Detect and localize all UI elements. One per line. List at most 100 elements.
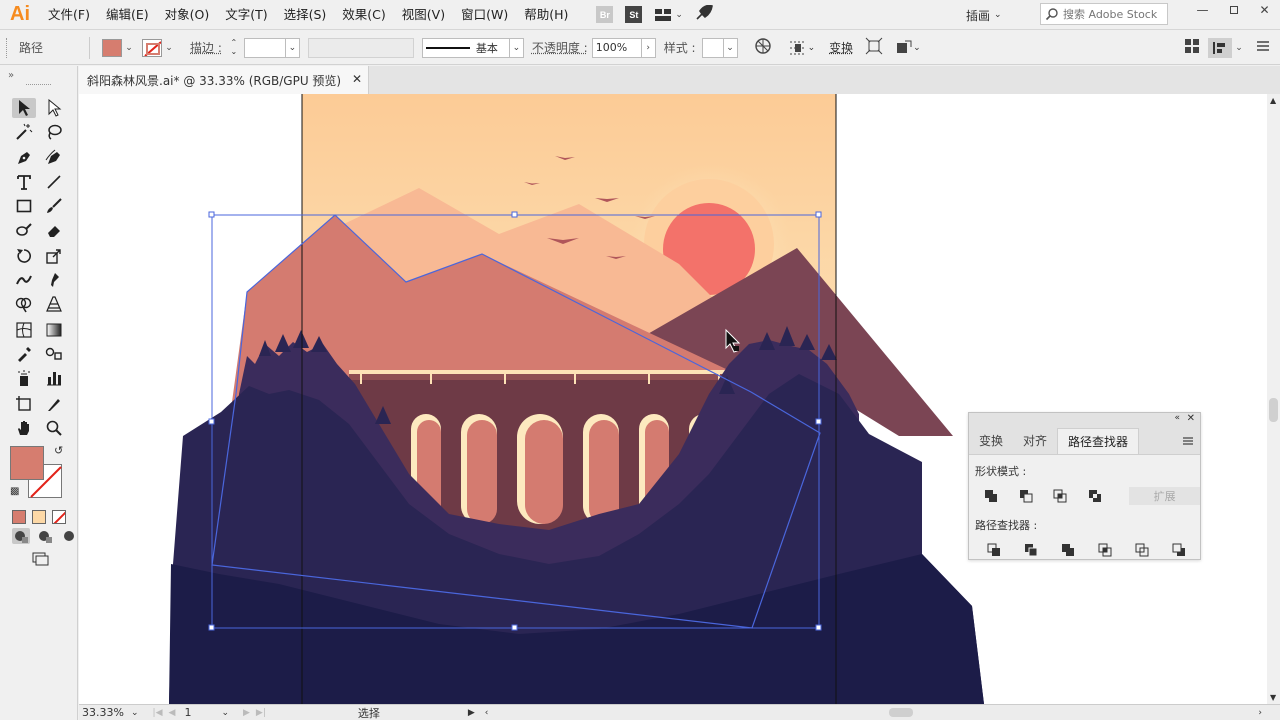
isolate-icon[interactable] xyxy=(865,37,883,58)
selection-tool-icon[interactable] xyxy=(12,98,36,118)
intersect-icon[interactable] xyxy=(1050,487,1071,505)
shape-builder-tool-icon[interactable] xyxy=(12,294,36,314)
tab-transform[interactable]: 变换 xyxy=(969,428,1013,454)
panel-title-bar[interactable]: « ✕ xyxy=(969,413,1200,427)
pen-tool-icon[interactable] xyxy=(12,148,36,168)
tools-grip[interactable] xyxy=(26,84,51,94)
line-segment-tool-icon[interactable] xyxy=(42,172,66,192)
rotate-tool-icon[interactable] xyxy=(12,246,36,266)
artboard-number-field[interactable]: 1 xyxy=(181,706,221,720)
graphic-style-swatch[interactable] xyxy=(701,37,724,58)
panel-menu-chevron-icon[interactable]: ⌄ xyxy=(1232,38,1246,58)
artboard-chevron-icon[interactable]: ⌄ xyxy=(221,708,229,718)
curvature-tool-icon[interactable] xyxy=(42,148,66,168)
fill-dropdown-chevron-icon[interactable]: ⌄ xyxy=(122,38,136,58)
fill-swatch[interactable] xyxy=(102,38,122,57)
paintbrush-tool-icon[interactable] xyxy=(42,196,66,216)
minimize-icon[interactable]: — xyxy=(1187,0,1218,20)
artboard-tool-icon[interactable] xyxy=(12,394,36,414)
divide-icon[interactable] xyxy=(983,541,1005,559)
shaper-tool-icon[interactable] xyxy=(12,220,36,240)
exclude-icon[interactable] xyxy=(1085,487,1106,505)
fill-color-front[interactable] xyxy=(10,446,44,480)
gradient-tool-icon[interactable] xyxy=(42,320,66,340)
opacity-label[interactable]: 不透明度 : xyxy=(532,39,588,56)
arrange-documents-icon[interactable] xyxy=(1184,38,1200,57)
opacity-field[interactable]: 100% xyxy=(591,37,642,58)
vertical-scroll-thumb[interactable] xyxy=(1269,398,1278,422)
expand-button[interactable]: 扩展 xyxy=(1129,487,1201,505)
screen-mode-icon[interactable] xyxy=(28,548,52,568)
menu-file[interactable]: 文件(F) xyxy=(40,0,98,30)
stroke-weight-field[interactable] xyxy=(243,37,286,58)
menu-object[interactable]: 对象(O) xyxy=(157,0,218,30)
scale-tool-icon[interactable] xyxy=(42,246,66,266)
slice-tool-icon[interactable] xyxy=(42,394,66,414)
stroke-dropdown-chevron-icon[interactable]: ⌄ xyxy=(162,38,176,58)
rocket-icon[interactable] xyxy=(695,4,713,24)
minus-back-icon[interactable] xyxy=(1168,541,1190,559)
zoom-field[interactable]: 33.33% xyxy=(79,706,131,720)
draw-behind-icon[interactable] xyxy=(36,528,54,544)
control-bar-grip[interactable] xyxy=(6,37,11,58)
panel-menu-icon[interactable] xyxy=(1182,435,1194,449)
unite-icon[interactable] xyxy=(981,487,1002,505)
hand-tool-icon[interactable] xyxy=(12,418,36,438)
menu-edit[interactable]: 编辑(E) xyxy=(98,0,157,30)
menu-effect[interactable]: 效果(C) xyxy=(334,0,393,30)
zoom-tool-icon[interactable] xyxy=(42,418,66,438)
workspace-switcher[interactable]: 插画 ⌄ xyxy=(966,5,1022,25)
stock-search-input[interactable] xyxy=(1063,7,1163,21)
puppet-warp-tool-icon[interactable] xyxy=(42,270,66,290)
stroke-weight-chevron-icon[interactable]: ⌄ xyxy=(285,37,300,58)
menu-help[interactable]: 帮助(H) xyxy=(516,0,576,30)
type-tool-icon[interactable] xyxy=(12,172,36,192)
align-icon[interactable]: ⌄ xyxy=(788,39,815,57)
close-icon[interactable]: ✕ xyxy=(1249,0,1280,20)
symbol-sprayer-tool-icon[interactable] xyxy=(12,368,36,388)
style-chevron-icon[interactable]: ⌄ xyxy=(723,37,738,58)
brush-definition[interactable]: 基本 xyxy=(421,37,510,58)
width-tool-icon[interactable] xyxy=(12,270,36,290)
stock-icon[interactable]: St xyxy=(625,6,643,23)
menu-select[interactable]: 选择(S) xyxy=(276,0,335,30)
collapse-panel-icon[interactable]: « xyxy=(1174,413,1180,423)
swap-fill-stroke-icon[interactable]: ↺ xyxy=(54,444,63,457)
eraser-tool-icon[interactable] xyxy=(42,220,66,240)
menu-window[interactable]: 窗口(W) xyxy=(453,0,516,30)
last-artboard-icon[interactable]: ▶| xyxy=(256,708,266,718)
tools-collapse-icon[interactable]: » xyxy=(0,66,77,84)
vertical-scrollbar[interactable]: ▲ ▼ xyxy=(1267,94,1280,704)
column-graph-tool-icon[interactable] xyxy=(42,368,66,388)
scroll-down-icon[interactable]: ▼ xyxy=(1270,693,1276,702)
zoom-chevron-icon[interactable]: ⌄ xyxy=(131,708,139,718)
stroke-weight-label[interactable]: 描边 : xyxy=(190,39,222,56)
restore-icon[interactable] xyxy=(1218,0,1249,20)
bridge-icon[interactable]: Br xyxy=(596,6,614,23)
first-artboard-icon[interactable]: |◀ xyxy=(153,708,163,718)
status-menu-icon[interactable]: ▶ xyxy=(468,708,475,718)
eyedropper-tool-icon[interactable] xyxy=(12,344,36,364)
document-tab[interactable]: 斜阳森林风景.ai* @ 33.33% (RGB/GPU 预览) ✕ xyxy=(79,66,369,94)
menu-type[interactable]: 文字(T) xyxy=(217,0,275,30)
mesh-tool-icon[interactable] xyxy=(12,320,36,340)
draw-inside-icon[interactable] xyxy=(60,528,78,544)
perspective-grid-tool-icon[interactable] xyxy=(42,294,66,314)
gradient-mode-icon[interactable] xyxy=(32,510,46,524)
color-mode-icon[interactable] xyxy=(12,510,26,524)
stock-search[interactable] xyxy=(1040,3,1168,25)
brush-chevron-icon[interactable]: ⌄ xyxy=(509,37,524,58)
close-tab-icon[interactable]: ✕ xyxy=(352,72,362,86)
outline-icon[interactable] xyxy=(1131,541,1153,559)
rectangle-tool-icon[interactable] xyxy=(12,196,36,216)
scroll-right-icon[interactable]: › xyxy=(1258,708,1262,718)
magic-wand-tool-icon[interactable] xyxy=(12,122,36,142)
chevron-right-icon[interactable]: › xyxy=(641,37,656,58)
transform-link[interactable]: 变换 xyxy=(829,39,853,56)
variable-width-profile[interactable] xyxy=(307,37,414,58)
artwork[interactable] xyxy=(79,94,1267,704)
scroll-up-icon[interactable]: ▲ xyxy=(1270,96,1276,105)
puppet-warp-icon[interactable]: ⌄ xyxy=(895,39,921,57)
prev-artboard-icon[interactable]: ◀ xyxy=(169,708,176,718)
merge-icon[interactable] xyxy=(1057,541,1079,559)
